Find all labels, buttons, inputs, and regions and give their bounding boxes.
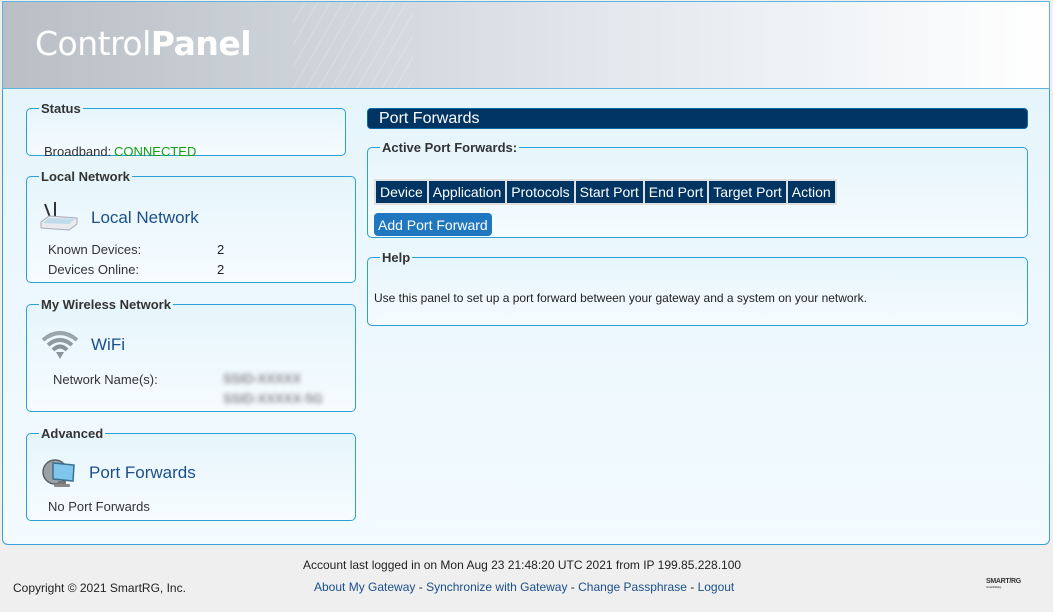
table-header-row: Device Application Protocols Start Port …	[376, 181, 835, 203]
local-network-link[interactable]: Local Network	[39, 202, 199, 234]
copyright: Copyright © 2021 SmartRG, Inc.	[13, 581, 186, 595]
port-forwards-table: Device Application Protocols Start Port …	[374, 179, 837, 205]
local-network-title: Local Network	[91, 208, 199, 227]
link-separator: -	[415, 580, 427, 594]
port-forwards-status: No Port Forwards	[48, 499, 150, 514]
help-legend: Help	[382, 250, 411, 265]
smartrg-logo: SMART/RG Smart thinking	[986, 578, 1021, 589]
about-gateway-link[interactable]: About My Gateway	[314, 580, 415, 594]
port-forwards-link[interactable]: Port Forwards	[41, 457, 196, 489]
wifi-title: WiFi	[91, 335, 125, 354]
local-network-legend: Local Network	[41, 169, 130, 184]
active-port-forwards-card: Active Port Forwards: Device Application…	[367, 140, 1028, 238]
column-header-device: Device	[376, 181, 427, 203]
known-devices-label: Known Devices:	[48, 242, 142, 257]
broadband-status: CONNECTED	[114, 144, 197, 159]
header-banner: ControlPanel	[2, 1, 1050, 89]
change-passphrase-link[interactable]: Change Passphrase	[578, 580, 687, 594]
wireless-card: My Wireless Network WiFi Network Name(s)…	[26, 297, 356, 412]
wifi-link[interactable]: WiFi	[41, 330, 125, 360]
port-forwards-title: Port Forwards	[89, 463, 196, 482]
logout-link[interactable]: Logout	[698, 580, 735, 594]
advanced-legend: Advanced	[41, 426, 104, 441]
main-panel: Status Broadband: CONNECTED Local Networ…	[2, 89, 1050, 545]
network-name-2: SSID-XXXXX-5G	[223, 391, 323, 406]
advanced-card: Advanced Port Forwards No Port Forwards	[26, 426, 356, 521]
column-header-target-port: Target Port	[709, 181, 786, 203]
wireless-legend: My Wireless Network	[41, 297, 171, 312]
network-names-label: Network Name(s):	[53, 372, 158, 387]
column-header-action: Action	[787, 181, 835, 203]
footer-links: About My Gateway - Synchronize with Gate…	[314, 580, 734, 594]
computer-network-icon	[42, 459, 75, 487]
page-title: Port Forwards	[367, 108, 1028, 129]
wifi-icon	[41, 331, 79, 359]
column-header-protocols: Protocols	[507, 181, 574, 203]
add-port-forward-button[interactable]: Add Port Forward	[374, 213, 492, 236]
local-network-card: Local Network Local Network Known Device…	[26, 169, 356, 283]
status-card: Status Broadband: CONNECTED	[26, 101, 346, 159]
broadband-label: Broadband:	[44, 144, 112, 159]
network-name-1: SSID-XXXXX	[223, 371, 302, 386]
devices-online-label: Devices Online:	[48, 262, 140, 277]
last-login-info: Account last logged in on Mon Aug 23 21:…	[303, 558, 742, 572]
devices-online-value: 2	[217, 262, 225, 277]
header-decoration	[293, 2, 413, 88]
column-header-start-port: Start Port	[575, 181, 643, 203]
known-devices-value: 2	[217, 242, 225, 257]
link-separator: -	[686, 580, 698, 594]
control-panel-logo[interactable]: ControlPanel	[35, 24, 252, 63]
synchronize-gateway-link[interactable]: Synchronize with Gateway	[426, 580, 567, 594]
help-card: Help Use this panel to set up a port for…	[367, 250, 1028, 326]
router-icon	[40, 202, 78, 231]
help-text: Use this panel to set up a port forward …	[374, 291, 867, 305]
link-separator: -	[567, 580, 579, 594]
column-header-application: Application	[428, 181, 506, 203]
status-legend: Status	[41, 101, 81, 116]
column-header-end-port: End Port	[644, 181, 708, 203]
active-port-forwards-legend: Active Port Forwards:	[382, 140, 518, 155]
